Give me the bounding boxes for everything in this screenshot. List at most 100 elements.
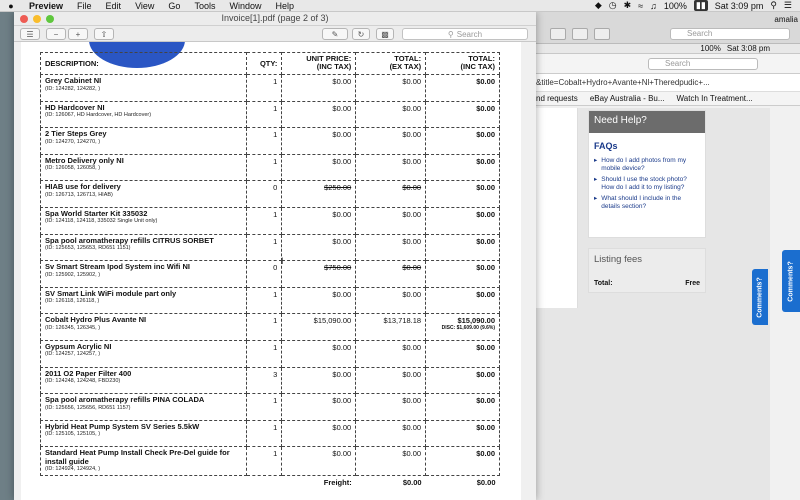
rotate-icon[interactable]: ↻ [352, 28, 370, 40]
user-name[interactable]: amalia [774, 15, 798, 24]
battery-icon[interactable]: ▮▮ [693, 0, 708, 11]
zoom-out-icon[interactable]: − [46, 28, 66, 40]
item-id: (ID: 124270, 124270, ) [45, 138, 101, 145]
menu-app-name[interactable]: Preview [22, 1, 70, 11]
menu-edit[interactable]: Edit [99, 1, 129, 11]
item-id: (ID: 124282, 124282, ) [45, 85, 101, 92]
faq-link[interactable]: ▸ Should I use the stock photo? How do I … [589, 174, 705, 193]
item-total-ex-tax: $0.00 [355, 153, 427, 182]
menu-view[interactable]: View [128, 1, 161, 11]
comments-tab[interactable]: Comments? [752, 269, 768, 325]
faq-link[interactable]: ▸ How do I add photos from my mobile devi… [589, 155, 705, 174]
dropbox-icon[interactable]: ◆ [595, 0, 602, 11]
item-qty: 1 [246, 339, 283, 368]
item-name: SV Smart Link WiFi module part only [45, 288, 177, 298]
markup-pen-icon[interactable]: ✎ [322, 28, 348, 40]
item-total-ex-tax: $0.00 [355, 180, 427, 208]
item-qty: 3 [246, 366, 283, 395]
item-name: Spa pool aromatherapy refills PINA COLAD… [45, 395, 205, 405]
pdf-page: DESCRIPTION: QTY: UNIT PRICE: (INC TAX) T… [21, 42, 521, 500]
bookmark-item[interactable]: Watch In Treatment... [677, 94, 753, 103]
menu-file[interactable]: File [70, 1, 99, 11]
item-total-ex-tax: $0.00 [355, 446, 427, 477]
item-description: HIAB use for delivery (ID: 126713, 126713… [39, 180, 248, 208]
pen-button[interactable] [550, 28, 566, 40]
toolbox-button[interactable] [594, 28, 610, 40]
item-name: Gypsum Acrylic NI [45, 341, 112, 351]
table-header-row: DESCRIPTION: QTY: UNIT PRICE: (INC TAX) T… [39, 52, 500, 75]
freight-inc-tax: $0.00 [476, 478, 496, 488]
preview-toolbar: ☰ − + ⇧ ✎ ↻ ▩ ⚲ Search [14, 26, 536, 42]
item-unit-price: $0.00 [281, 233, 357, 262]
apple-menu-icon[interactable]: ● [0, 1, 22, 11]
item-description: Hybrid Heat Pump System SV Series 5.5kW(… [39, 419, 248, 448]
item-id: (ID: 125656, 125656, RD651 1157) [45, 404, 131, 411]
battery-percent[interactable]: 100% [664, 1, 687, 11]
zoom-in-icon[interactable]: + [68, 28, 88, 40]
timemachine-icon[interactable]: ◷ [609, 0, 617, 11]
item-total-ex-tax: $0.00 [355, 260, 427, 288]
menu-help[interactable]: Help [268, 1, 301, 11]
toolbox-icon[interactable]: ▩ [376, 28, 394, 40]
item-unit-price: $250.00 [281, 180, 357, 208]
item-total-ex-tax: $0.00 [355, 74, 427, 102]
search-icon[interactable]: ⚲ [770, 0, 777, 11]
item-unit-price: $0.00 [281, 366, 357, 395]
item-description: Spa pool aromatherapy refills CITRUS SOR… [39, 233, 248, 262]
item-qty: 1 [246, 419, 283, 448]
volume-icon[interactable]: ♫ [650, 1, 657, 11]
faq-link[interactable]: ▸ What should I include in the details se… [589, 193, 705, 212]
comments-tab[interactable]: Comments? [782, 250, 800, 312]
item-total-ex-tax: $0.00 [355, 393, 427, 421]
item-id: (ID: 125902, 125902, ) [45, 271, 101, 278]
item-unit-price: $0.00 [281, 127, 357, 155]
item-total-ex-tax: $13,718.18 [355, 313, 427, 341]
item-description: Spa pool aromatherapy refills PINA COLAD… [39, 393, 248, 421]
menu-tools[interactable]: Tools [187, 1, 222, 11]
item-qty: 0 [246, 260, 283, 288]
menu-go[interactable]: Go [161, 1, 187, 11]
preview-search-input[interactable]: ⚲ Search [402, 28, 528, 40]
document-area[interactable]: DESCRIPTION: QTY: UNIT PRICE: (INC TAX) T… [14, 42, 536, 500]
browser-toolbar-buttons [550, 28, 610, 40]
clock[interactable]: Sat 3:09 pm [715, 1, 764, 11]
item-qty: 1 [246, 393, 283, 421]
inner-clock: Sat 3:08 pm [726, 44, 770, 53]
notification-icon[interactable]: ☰ [784, 0, 792, 11]
help-title: Need Help? [589, 111, 705, 133]
table-row: Hybrid Heat Pump System SV Series 5.5kW(… [39, 419, 500, 448]
browser-search-input[interactable]: Search [670, 28, 790, 40]
inner-battery-percent: 100% [700, 44, 721, 53]
table-row: HIAB use for delivery (ID: 126713, 126713… [39, 180, 500, 208]
table-row: Metro Delivery only NI (ID: 126058, 12605… [39, 153, 500, 182]
bookmarks-bar: nd requests eBay Australia - Bu... Watch… [530, 92, 800, 106]
item-id: (ID: 126345, 126345, ) [45, 324, 101, 331]
bookmark-item[interactable]: eBay Australia - Bu... [590, 94, 665, 103]
browser-toolbar: Search amalia [530, 12, 800, 44]
sidebar-toggle-icon[interactable]: ☰ [20, 28, 40, 40]
table-row: 2011 O2 Paper Filter 400 (ID: 124248, 124… [39, 366, 500, 395]
menu-window[interactable]: Window [222, 1, 268, 11]
item-id: (ID: 126118, 126118, ) [45, 298, 100, 305]
item-id: (ID: 126058, 126058, ) [45, 165, 101, 172]
item-unit-price: $0.00 [281, 153, 357, 182]
freight-label: Freight: [323, 478, 352, 488]
item-name: Cobalt Hydro Plus Avante NI [45, 315, 147, 325]
item-unit-price: $0.00 [281, 206, 357, 235]
bluetooth-icon[interactable]: ✱ [624, 0, 632, 11]
freight-ex-tax: $0.00 [402, 478, 422, 488]
table-row: Standard Heat Pump Install Check Pre-Del… [39, 446, 500, 477]
item-description: 2 Tier Steps Grey (ID: 124270, 124270, ) [39, 127, 248, 155]
item-name: Grey Cabinet NI [45, 76, 102, 85]
header-total-ex-tax: TOTAL: (EX TAX) [355, 52, 427, 75]
inner-toolbar: Search [530, 54, 800, 74]
url-bar[interactable]: &title=Cobalt+Hydro+Avante+Nl+Theredpudi… [530, 74, 800, 92]
inner-search-input[interactable]: Search [648, 58, 758, 70]
share-button[interactable] [572, 28, 588, 40]
share-icon[interactable]: ⇧ [94, 28, 114, 40]
bookmark-item[interactable]: nd requests [536, 94, 578, 103]
item-id: (ID: 124118, 124118, 335032 Single Unit … [45, 218, 158, 225]
wifi-icon[interactable]: ≈ [638, 1, 643, 11]
item-total-inc-tax: $0.00 [425, 153, 500, 182]
item-description: SV Smart Link WiFi module part only (ID: … [39, 286, 248, 315]
